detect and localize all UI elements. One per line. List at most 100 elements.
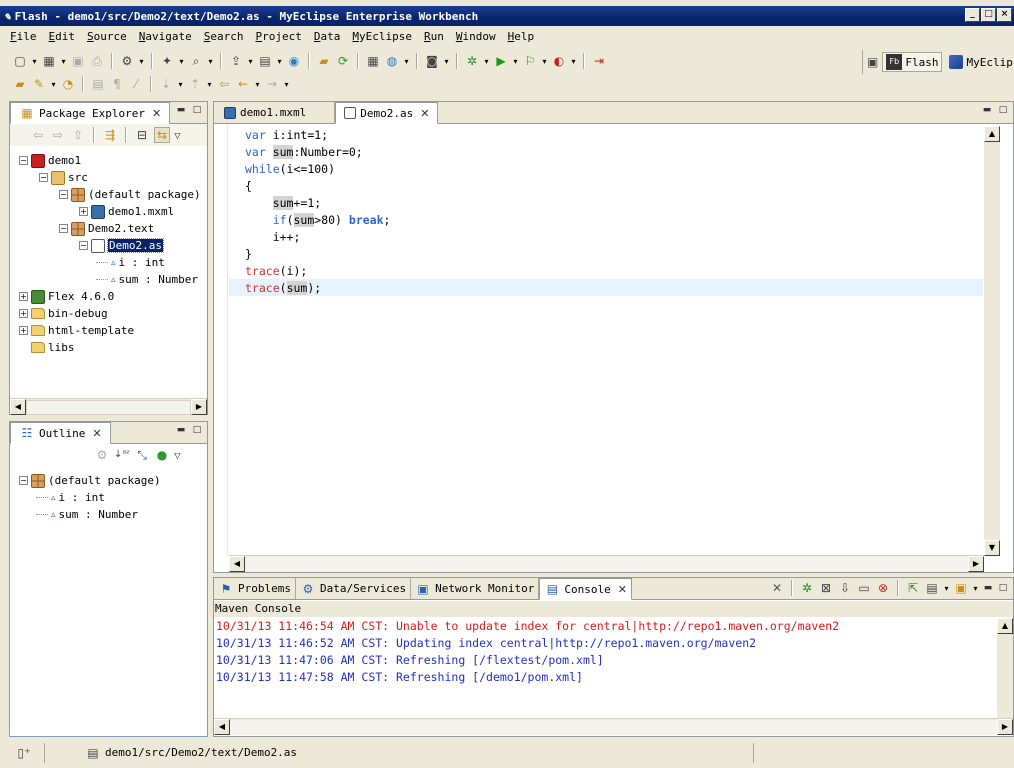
perspective-myeclipse[interactable]: MyEclips	[946, 54, 1014, 70]
package-explorer-hscroll[interactable]: ◀ ▶	[10, 398, 207, 415]
camera-dropdown[interactable]: ▾	[443, 57, 450, 66]
toggle-mark-icon[interactable]: ▤	[90, 76, 106, 92]
sync-icon[interactable]: ⚙	[94, 447, 110, 463]
scroll-right-icon[interactable]: ▶	[968, 556, 984, 572]
menu-edit[interactable]: Edit	[49, 30, 76, 43]
tree-item[interactable]: ▵ i : int	[36, 489, 105, 506]
run-config-dropdown[interactable]: ▾	[541, 57, 548, 66]
scroll-left-icon[interactable]: ◀	[10, 399, 26, 415]
external-tools-icon[interactable]: ⇥	[591, 53, 607, 69]
tree-item[interactable]: ▵ i : int	[96, 254, 165, 271]
print-icon[interactable]: ⎙	[89, 53, 105, 69]
build-icon[interactable]: ⚙	[119, 53, 135, 69]
editor-hscroll[interactable]: ◀ ▶	[229, 555, 984, 572]
next-annotation-icon[interactable]: ⇣	[158, 76, 174, 92]
menu-file[interactable]: File	[10, 30, 37, 43]
server-icon[interactable]: ▤	[257, 53, 273, 69]
last-edit-icon[interactable]: ⇦	[216, 76, 232, 92]
menu-window[interactable]: Window	[456, 30, 496, 43]
magnify-dropdown[interactable]: ▾	[207, 57, 214, 66]
tree-item[interactable]: − Demo2.text	[59, 220, 154, 237]
bottom-tab-network-monitor[interactable]: ▣ Network Monitor	[411, 578, 540, 599]
forward-icon[interactable]: ⇨	[50, 127, 66, 143]
display-console-icon[interactable]: ▤	[924, 580, 940, 596]
forward-icon[interactable]: →	[264, 76, 280, 92]
tree-item-selected[interactable]: − Demo2.as	[79, 237, 164, 254]
expander-icon[interactable]: +	[19, 326, 28, 335]
profile-icon[interactable]: ◐	[551, 53, 567, 69]
minimize-view-icon[interactable]: ▬	[175, 425, 187, 435]
tree-item[interactable]: − (default package)	[19, 472, 161, 489]
expander-icon[interactable]: +	[79, 207, 88, 216]
menu-data[interactable]: Data	[314, 30, 341, 43]
collapse-all-icon[interactable]: ⊟	[134, 127, 150, 143]
close-icon[interactable]: ✕	[618, 583, 627, 596]
forward-dropdown[interactable]: ▾	[283, 80, 290, 89]
tree-item[interactable]: − src	[39, 169, 88, 186]
minimize-view-icon[interactable]: ▬	[981, 105, 993, 115]
maximize-view-icon[interactable]: □	[191, 425, 203, 435]
remove-all-icon[interactable]: ✲	[799, 580, 815, 596]
deploy-dropdown[interactable]: ▾	[247, 57, 254, 66]
scroll-up-icon[interactable]: ▲	[984, 126, 1000, 142]
pencil-dropdown[interactable]: ▾	[50, 80, 57, 89]
expander-icon[interactable]: −	[79, 241, 88, 250]
close-icon[interactable]: ✕	[152, 107, 161, 120]
scroll-right-icon[interactable]: ▶	[997, 719, 1013, 735]
menu-source[interactable]: Source	[87, 30, 127, 43]
open-console-icon[interactable]: ▣	[953, 580, 969, 596]
save-icon[interactable]: ▣	[70, 53, 86, 69]
globe-icon[interactable]: ◉	[286, 53, 302, 69]
maximize-view-icon[interactable]: □	[997, 105, 1009, 115]
maximize-view-icon[interactable]: □	[997, 583, 1009, 593]
close-icon[interactable]: ✕	[420, 107, 429, 120]
refresh-icon[interactable]: ⟳	[335, 53, 351, 69]
view-menu-icon[interactable]: ▽	[174, 131, 181, 140]
wand-icon[interactable]: ✦	[159, 53, 175, 69]
tree-item[interactable]: + demo1.mxml	[79, 203, 174, 220]
scroll-right-icon[interactable]: ▶	[191, 399, 207, 415]
pencil-icon[interactable]: ✎	[31, 76, 47, 92]
editor-tab-demo2-as[interactable]: Demo2.as ✕	[335, 102, 439, 124]
maximize-view-icon[interactable]: □	[191, 105, 203, 115]
tree-item[interactable]: − (default package)	[59, 186, 201, 203]
magnify-icon[interactable]: ⌕	[188, 53, 204, 69]
minimize-view-icon[interactable]: ▬	[982, 583, 994, 593]
block-select-icon[interactable]: ⁄	[128, 76, 144, 92]
word-wrap-icon[interactable]: ▭	[856, 580, 872, 596]
remove-launch-icon[interactable]: ✕	[769, 580, 785, 596]
expander-icon[interactable]: +	[19, 292, 28, 301]
web-icon[interactable]: ◍	[384, 53, 400, 69]
menu-myeclipse[interactable]: MyEclipse	[352, 30, 412, 43]
debug-dropdown[interactable]: ▾	[483, 57, 490, 66]
next-annotation-dropdown[interactable]: ▾	[177, 80, 184, 89]
bottom-tab-problems[interactable]: ⚑ Problems	[214, 578, 296, 599]
console-output[interactable]: 10/31/13 11:46:54 AM CST: Unable to upda…	[216, 618, 996, 718]
open-type-icon[interactable]: ◔	[60, 76, 76, 92]
tree-item[interactable]: + html-template	[19, 322, 134, 339]
new-icon[interactable]: ▢	[12, 53, 28, 69]
pin-console-icon[interactable]: ⇱	[905, 580, 921, 596]
expander-icon[interactable]: −	[59, 190, 68, 199]
back-dropdown[interactable]: ▾	[254, 80, 261, 89]
tree-item[interactable]: + Flex 4.6.0	[19, 288, 114, 305]
open-folder-icon[interactable]: ▰	[316, 53, 332, 69]
display-console-dropdown[interactable]: ▾	[943, 584, 950, 593]
outline-tab[interactable]: ☷ Outline ✕	[10, 422, 111, 444]
scroll-up-icon[interactable]: ▲	[997, 618, 1013, 634]
scroll-lock-icon[interactable]: ⇩	[837, 580, 853, 596]
web-dropdown[interactable]: ▾	[403, 57, 410, 66]
run-dropdown[interactable]: ▾	[512, 57, 519, 66]
run-config-icon[interactable]: ⚐	[522, 53, 538, 69]
tree-item[interactable]: ▵ sum : Number	[36, 506, 138, 523]
fast-view-icon[interactable]: ▯⁺	[16, 745, 32, 761]
bottom-tab-console[interactable]: ▤ Console ✕	[539, 578, 632, 600]
clear-console-icon[interactable]: ⊠	[818, 580, 834, 596]
camera-icon[interactable]: ◙	[424, 53, 440, 69]
tree-item[interactable]: libs	[19, 339, 75, 356]
editor-vscroll[interactable]: ▲ ▼	[984, 126, 1000, 556]
console-vscroll[interactable]: ▲	[997, 618, 1013, 718]
menu-search[interactable]: Search	[204, 30, 244, 43]
open-file-icon[interactable]: ▰	[12, 76, 28, 92]
wand-dropdown[interactable]: ▾	[178, 57, 185, 66]
